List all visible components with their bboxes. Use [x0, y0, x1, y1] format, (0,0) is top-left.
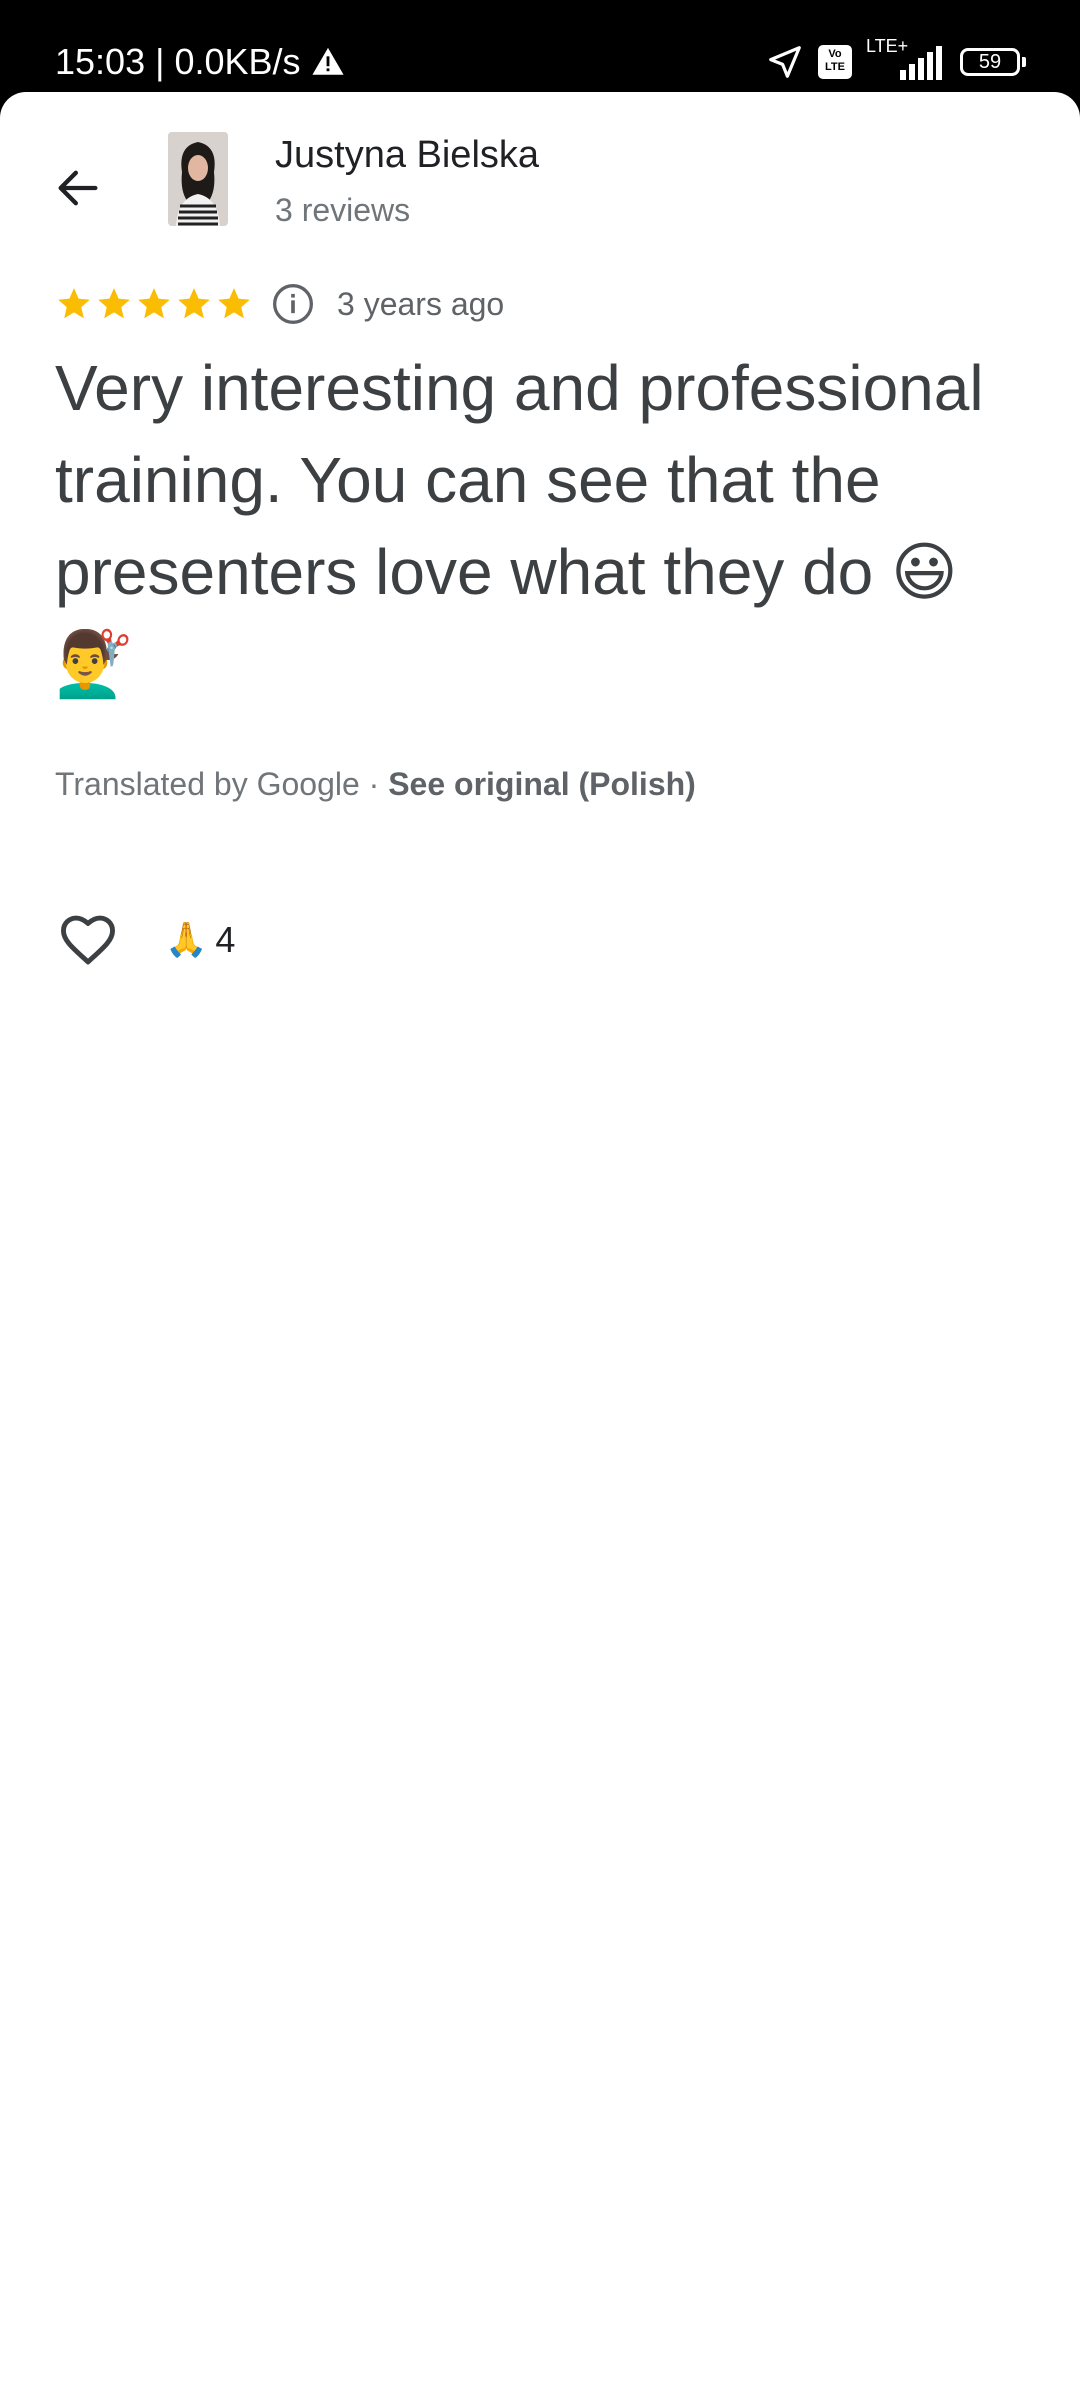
- see-original-link[interactable]: See original (Polish): [388, 766, 696, 802]
- like-button[interactable]: [50, 902, 126, 978]
- rating-row: 3 years ago: [55, 280, 504, 328]
- review-age: 3 years ago: [337, 285, 505, 322]
- volte-icon: Vo LTE: [818, 45, 852, 79]
- reaction-summary[interactable]: 🙏 4: [165, 914, 235, 966]
- avatar[interactable]: [168, 132, 228, 226]
- translation-label: Translated by Google ·: [55, 766, 389, 802]
- status-time-speed: 15:03 | 0.0KB/s: [55, 41, 301, 82]
- review-sheet: Justyna Bielska 3 reviews 3 years ago Ve…: [0, 92, 1080, 2400]
- reaction-count: 4: [215, 919, 236, 960]
- avatar-photo: [168, 132, 228, 226]
- heart-outline-icon: [61, 915, 115, 965]
- reviewer-name[interactable]: Justyna Bielska: [275, 130, 539, 180]
- battery-icon: 59: [960, 48, 1026, 76]
- star-icon: [178, 288, 210, 319]
- warning-icon: [311, 47, 344, 75]
- status-bar: 15:03 | 0.0KB/s Vo LTE LTE+ 59: [0, 0, 1080, 92]
- reviewer-review-count: 3 reviews: [275, 192, 411, 228]
- star-rating: [55, 285, 253, 323]
- status-left: 15:03 | 0.0KB/s: [55, 38, 345, 86]
- location-arrow-icon: [769, 46, 801, 78]
- star-icon: [98, 288, 130, 319]
- star-icon: [58, 288, 90, 319]
- info-icon[interactable]: [271, 282, 315, 326]
- battery-level: 59: [978, 51, 1002, 73]
- arrow-back-icon: [58, 170, 98, 206]
- translation-row: Translated by Google · See original (Pol…: [55, 762, 696, 806]
- reaction-emoji: 🙏: [165, 921, 208, 959]
- star-icon: [218, 288, 250, 319]
- status-right: Vo LTE LTE+ 59: [766, 36, 1026, 86]
- star-icon: [138, 288, 170, 319]
- signal-icon: LTE+: [866, 36, 946, 82]
- review-text: Very interesting and professional traini…: [55, 352, 984, 700]
- back-button[interactable]: [42, 152, 114, 224]
